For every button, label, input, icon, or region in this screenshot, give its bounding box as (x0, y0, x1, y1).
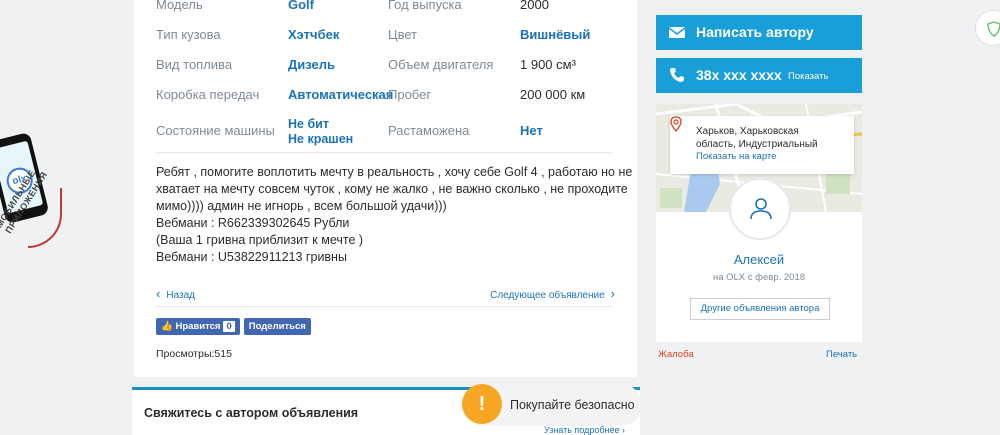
description-line: мимо)))) админ не игнорь , всем большой … (156, 199, 447, 213)
fb-share-button[interactable]: Поделиться (243, 318, 311, 335)
param-label: Тип кузова (156, 27, 221, 42)
show-phone-button[interactable]: 38х ххх хххх Показать (656, 58, 862, 93)
like-count: 0 (223, 321, 235, 332)
description-line: Вебмани : R662339302645 Рубли (156, 216, 350, 230)
param-label: Модель (156, 0, 203, 12)
next-ad-link[interactable]: Следующее объявление › (490, 286, 615, 301)
author-since: на OLX с февр. 2018 (712, 272, 806, 283)
user-icon (750, 198, 772, 220)
param-label: Коробка передач (156, 87, 260, 102)
ad-description: Ребят , помогите воплотить мечту в реаль… (156, 164, 633, 266)
ad-details-card: Модель Golf Год выпуска 2000 Тип кузова … (134, 0, 637, 377)
param-label: Цвет (388, 27, 418, 42)
param-value: 1 900 см³ (520, 57, 576, 72)
param-label: Пробег (388, 87, 432, 102)
param-value[interactable]: Нет (520, 123, 543, 138)
param-label: Состояние машины (156, 123, 275, 138)
param-value[interactable]: Хэтчбек (288, 27, 339, 42)
fb-like-button[interactable]: 👍 Нравится 0 (156, 318, 240, 335)
description-line: (Ваша 1 гривна приблизит к мечте ) (156, 233, 364, 247)
exclamation-icon: ! (462, 384, 502, 424)
param-value[interactable]: Автоматическая (288, 87, 393, 102)
views-count: 515 (214, 348, 232, 360)
write-author-button[interactable]: Написать автору (656, 15, 862, 50)
views-counter: Просмотры:515 (156, 348, 232, 360)
location-address: Харьков, Харьковская область, Индустриал… (696, 125, 846, 151)
description-line: хватает на мечту совсем чуток , кому не … (156, 182, 628, 196)
description-line: Вебмани : U53822911213 гривны (156, 250, 347, 264)
param-label: Год выпуска (388, 0, 462, 12)
safe-buy-label: Покупайте безопасно (510, 398, 635, 412)
phone-number: 38х ххх хххх (696, 67, 782, 83)
param-label: Вид топлива (156, 57, 233, 72)
shield-icon (987, 21, 1000, 37)
views-label: Просмотры: (156, 348, 215, 360)
prev-ad-link[interactable]: ‹ Назад (156, 286, 195, 301)
contact-title: Свяжитесь с автором объявления (144, 406, 359, 420)
chevron-right-icon: › (610, 286, 615, 301)
print-link[interactable]: Печать (826, 349, 857, 360)
phone-icon (670, 68, 684, 82)
envelope-icon (668, 27, 686, 38)
param-value: 200 000 км (520, 87, 586, 102)
learn-more-link[interactable]: Узнать подробнее › (544, 425, 625, 435)
other-ads-button[interactable]: Другие объявления автора (690, 298, 830, 320)
param-label: Объем двигателя (388, 57, 494, 72)
param-value[interactable]: Вишнёвый (520, 27, 590, 42)
location-pin-icon (670, 116, 682, 132)
avatar[interactable] (729, 178, 791, 240)
param-label: Растаможена (388, 123, 470, 138)
like-label: Нравится (175, 321, 221, 332)
thumbs-up-icon: 👍 (161, 321, 173, 332)
show-on-map-link[interactable]: Показать на карте (696, 151, 776, 162)
author-name[interactable]: Алексей (656, 252, 862, 267)
description-line: Ребят , помогите воплотить мечту в реаль… (156, 165, 633, 179)
param-value[interactable]: Не бит (288, 117, 329, 131)
show-phone-label: Показать (788, 71, 829, 82)
divider (156, 152, 612, 153)
param-value[interactable]: Golf (288, 0, 314, 12)
chevron-left-icon: ‹ (156, 286, 161, 301)
location-popup: Харьков, Харьковская область, Индустриал… (670, 116, 854, 174)
share-label: Поделиться (248, 321, 306, 332)
prev-label: Назад (166, 290, 195, 301)
param-value[interactable]: Дизель (288, 57, 335, 72)
mobile-apps-promo[interactable]: olx МОБИЛЬНЫЕ ПРИЛОЖЕНИЯ (0, 128, 62, 278)
author-card: Харьков, Харьковская область, Индустриал… (656, 104, 862, 342)
write-author-label: Написать автору (696, 24, 814, 40)
safe-buy-banner[interactable]: ! Покупайте безопасно (462, 384, 642, 426)
complaint-link[interactable]: Жалоба (658, 349, 694, 360)
param-value: 2000 (520, 0, 549, 12)
next-label: Следующее объявление (490, 290, 605, 301)
location-line: область, Индустриальный (696, 139, 818, 150)
safety-shield-button[interactable] (975, 10, 1000, 46)
location-line: Харьков, Харьковская (696, 126, 799, 137)
param-value[interactable]: Не крашен (288, 132, 353, 146)
divider (156, 306, 612, 307)
social-buttons: 👍 Нравится 0 Поделиться (156, 318, 311, 335)
